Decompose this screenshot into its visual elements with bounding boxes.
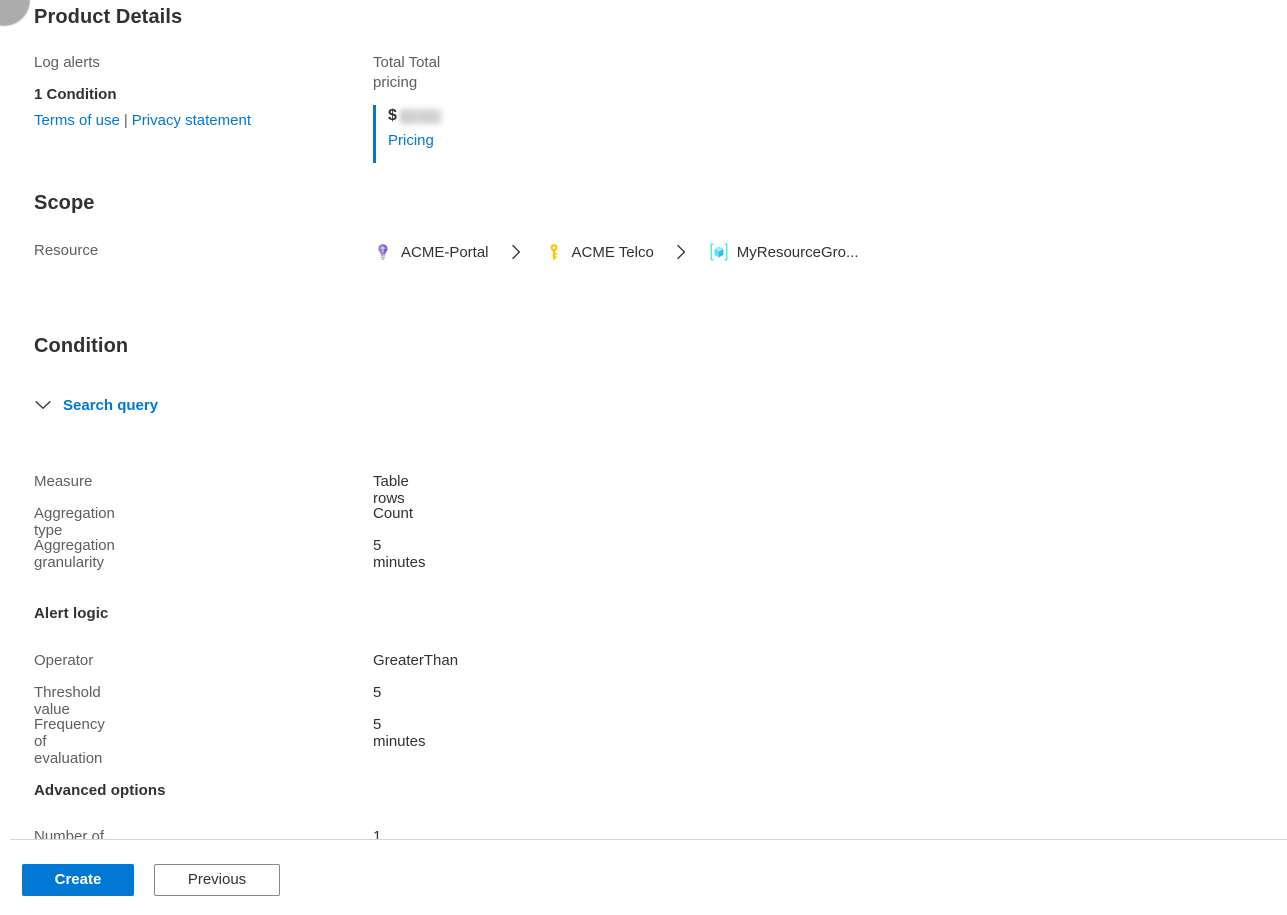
breadcrumb-label-resource-group: MyResourceGro... xyxy=(736,243,859,261)
pricing-link[interactable]: Pricing xyxy=(388,131,442,151)
measure-label: Measure xyxy=(34,473,93,490)
scope-resource-row: Resource ACME-Portal ACME Telco MyResour… xyxy=(34,238,859,266)
terms-of-use-link[interactable]: Terms of use xyxy=(34,112,120,129)
condition-section: Condition Search query xyxy=(34,335,158,415)
aggregation-granularity-value: 5 minutes xyxy=(373,537,426,571)
aggregation-type-value: Count xyxy=(373,505,414,522)
total-pricing-label: Total Total pricing xyxy=(373,54,441,91)
chevron-right-icon xyxy=(511,244,522,260)
advanced-options-group: Advanced options Number of violations 1 … xyxy=(34,782,381,840)
scope-section: Scope Resource ACME-Portal ACME Telco My… xyxy=(34,192,859,266)
measure-value: Table rows xyxy=(373,473,409,507)
product-details-left-column: Log alerts 1 Condition Terms of use | Priv… xyxy=(34,53,251,131)
product-details-heading: Product Details xyxy=(34,6,183,28)
aggregation-type-label: Aggregation type xyxy=(34,505,115,539)
currency-symbol: $ xyxy=(388,107,397,124)
review-create-scroll-pane: Product Details Log alerts 1 Condition T… xyxy=(0,0,1287,840)
tenant-icon xyxy=(378,244,388,260)
resource-label: Resource xyxy=(34,242,99,259)
pricing-callout: $ Pricing xyxy=(373,105,442,163)
product-details-right-column: Total Total pricing $ Pricing xyxy=(373,53,442,163)
alert-logic-rows: Operator GreaterThan Threshold value 5 F… xyxy=(34,652,458,767)
scope-heading: Scope xyxy=(34,192,95,214)
legal-links: Terms of use | Privacy statement xyxy=(34,111,251,131)
breadcrumb-item-tenant[interactable]: ACME-Portal xyxy=(373,242,489,262)
breadcrumb-item-subscription[interactable]: ACME Telco xyxy=(544,242,654,262)
chevron-down-glyph xyxy=(35,400,51,410)
alert-logic-group: Alert logic Operator GreaterThan Thresho… xyxy=(34,605,458,767)
privacy-statement-link[interactable]: Privacy statement xyxy=(132,112,251,129)
chevron-right-glyph xyxy=(511,244,520,260)
threshold-value-label: Threshold value xyxy=(34,684,101,718)
frequency-of-evaluation-label: Frequency of evaluation xyxy=(34,716,105,767)
product-details-section: Product Details Log alerts 1 Condition T… xyxy=(34,6,442,163)
operator-label: Operator xyxy=(34,652,94,669)
footer-action-bar: Create Previous xyxy=(0,840,1287,915)
table-row-frequency-of-evaluation: Frequency of evaluation 5 minutes xyxy=(34,716,426,767)
condition-heading: Condition xyxy=(34,335,129,357)
search-query-toggle[interactable]: Search query xyxy=(34,396,158,414)
price-amount-row: $ xyxy=(388,105,442,127)
subscription-key-icon xyxy=(550,244,558,260)
table-row-operator: Operator GreaterThan xyxy=(34,652,458,684)
breadcrumb-label-subscription: ACME Telco xyxy=(571,243,654,261)
product-details-columns: Log alerts 1 Condition Terms of use | Priv… xyxy=(34,53,442,163)
table-row-threshold-value: Threshold value 5 xyxy=(34,684,381,718)
frequency-of-evaluation-value: 5 minutes xyxy=(373,716,426,750)
offer-type-label: Log alerts xyxy=(34,54,100,71)
chevron-down-icon xyxy=(34,396,52,414)
advanced-options-heading: Advanced options xyxy=(34,782,166,799)
chevron-right-glyph-2 xyxy=(676,244,686,260)
breadcrumb-item-resource-group[interactable]: MyResourceGro... xyxy=(709,242,859,262)
redacted-price-value xyxy=(399,108,442,124)
threshold-value-value: 5 xyxy=(373,684,382,701)
breadcrumb-label-tenant: ACME-Portal xyxy=(401,243,489,261)
alert-logic-heading: Alert logic xyxy=(34,605,109,622)
chevron-right-icon-2 xyxy=(676,244,687,260)
search-query-label: Search query xyxy=(63,396,159,414)
operator-value: GreaterThan xyxy=(373,652,459,669)
links-separator: | xyxy=(123,112,128,129)
offer-summary: 1 Condition xyxy=(34,86,117,103)
aggregation-granularity-label: Aggregation granularity xyxy=(34,537,115,571)
create-button[interactable]: Create xyxy=(22,864,134,896)
previous-button[interactable]: Previous xyxy=(154,864,280,896)
resource-group-icon xyxy=(710,243,728,261)
resource-breadcrumb: ACME-Portal ACME Telco MyResourceGro... xyxy=(373,238,859,266)
